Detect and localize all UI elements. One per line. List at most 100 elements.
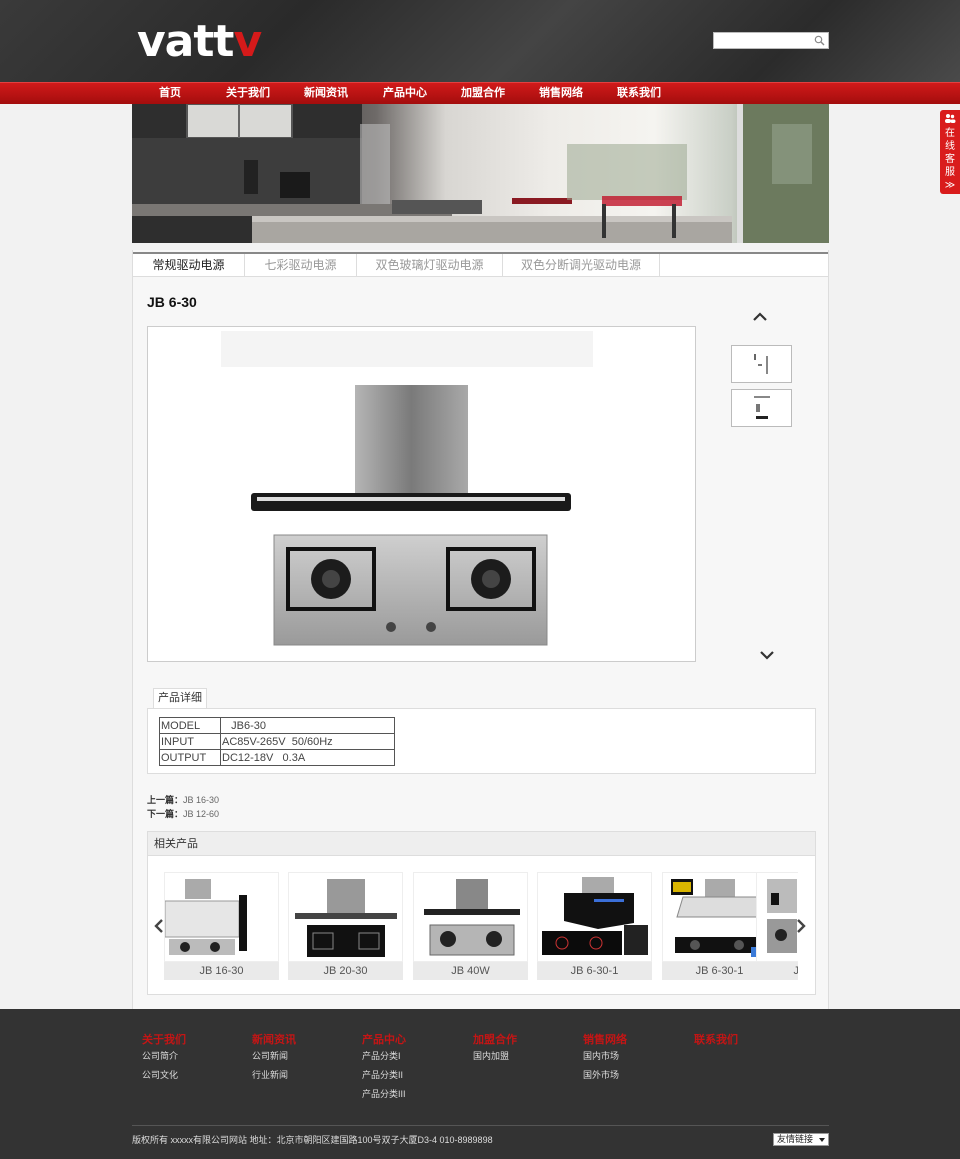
kitchen-banner-picture [132,104,829,243]
product-thumbnail-1[interactable] [731,345,792,383]
related-item-label: JB 20-30 [288,962,403,980]
site-header: vattv [0,0,960,82]
search-input[interactable] [714,33,812,48]
copyright-text: 版权所有 xxxxx有限公司网站 地址：北京市朝阳区建国路100号双子大厦D3-… [132,1135,493,1145]
spec-value: JB6-30 [220,717,395,734]
tab-rgb-driver[interactable]: 七彩驱动电源 [245,254,357,277]
thumbnail-picture-1 [754,354,768,374]
tab-dual-dimming-driver[interactable]: 双色分断调光驱动电源 [503,254,660,277]
carousel-right-arrow-icon[interactable] [796,918,806,934]
search-box [713,32,829,49]
related-item-image [537,872,652,962]
nav-item-home[interactable]: 首页 [140,83,200,105]
product-thumbnail-2[interactable] [731,389,792,427]
related-item-image [413,872,528,962]
product-main-image[interactable] [147,326,696,662]
nav-item-sales[interactable]: 销售网络 [531,83,591,105]
product-detail-panel: MODEL JB6-30 INPUT AC85V-265V 50/60Hz OUT… [147,708,816,774]
tab-regular-driver[interactable]: 常规驱动电源 [133,254,245,277]
related-item-picture [542,877,648,955]
footer-column-products: 产品中心 产品分类I 产品分类II 产品分类III [362,1031,406,1107]
product-main-picture [221,331,593,646]
footer-column-title[interactable]: 产品中心 [362,1031,406,1046]
search-icon[interactable] [814,35,825,46]
double-arrow-icon: ≫ [944,180,956,191]
main-content: 常规驱动电源 七彩驱动电源 双色玻璃灯驱动电源 双色分断调光驱动电源 JB 6-… [132,250,829,1009]
prev-article: 上一篇：JB 16-30 [147,793,219,806]
footer-link[interactable]: 国内加盟 [473,1050,517,1069]
related-item[interactable]: J [756,872,798,980]
next-label: 下一篇： [147,809,184,819]
product-detail-tab[interactable]: 产品详细 [153,688,207,708]
main-nav: 首页 关于我们 新闻资讯 产品中心 加盟合作 销售网络 联系我们 [0,82,960,104]
footer-column-contact: 联系我们 [694,1031,738,1050]
footer-column-title[interactable]: 新闻资讯 [252,1031,296,1046]
spec-value: DC12-18V 0.3A [220,749,395,766]
users-icon [945,114,956,123]
carousel-left-arrow-icon[interactable] [154,918,164,934]
prev-label: 上一篇： [147,795,184,805]
nav-item-about[interactable]: 关于我们 [218,83,278,105]
footer-link[interactable]: 公司简介 [142,1050,186,1069]
related-item[interactable]: JB 40W [413,872,528,980]
spec-table: MODEL JB6-30 INPUT AC85V-265V 50/60Hz OUT… [159,717,395,766]
footer-link[interactable]: 产品分类I [362,1050,406,1069]
footer-column-title[interactable]: 联系我们 [694,1031,738,1046]
footer-link[interactable]: 国外市场 [583,1069,627,1088]
logo-accent: v [233,16,262,67]
table-row: OUTPUT DC12-18V 0.3A [159,749,395,766]
footer-link[interactable]: 产品分类II [362,1069,406,1088]
nav-item-contact[interactable]: 联系我们 [609,83,669,105]
related-carousel: JB 16-30 JB 20-30 JB 40W JB 6-30-1 JB 6-… [164,872,798,982]
related-products-title: 相关产品 [148,832,815,856]
related-item-image [288,872,403,962]
related-item-image [756,872,798,962]
footer-column-news: 新闻资讯 公司新闻 行业新闻 [252,1031,296,1088]
nav-item-news[interactable]: 新闻资讯 [296,83,356,105]
product-title: JB 6-30 [147,294,197,310]
nav-item-join[interactable]: 加盟合作 [453,83,513,105]
related-item[interactable]: JB 6-30-1 [537,872,652,980]
table-row: MODEL JB6-30 [159,717,395,734]
site-logo[interactable]: vattv [137,20,262,64]
next-article-link[interactable]: JB 12-60 [183,809,219,819]
related-item-label: JB 40W [413,962,528,980]
footer-link[interactable]: 公司文化 [142,1069,186,1088]
related-item-picture [767,879,797,953]
footer-link[interactable]: 公司新闻 [252,1050,296,1069]
spec-key: INPUT [159,733,221,750]
friend-links-select[interactable]: 友情链接 [773,1133,829,1146]
footer-column-title[interactable]: 加盟合作 [473,1031,517,1046]
footer-column-title[interactable]: 销售网络 [583,1031,627,1046]
friend-links-label: 友情链接 [777,1134,814,1144]
footer-column-about: 关于我们 公司简介 公司文化 [142,1031,186,1088]
online-service-label: 在线客服 ≫ [944,128,956,191]
spec-key: OUTPUT [159,749,221,766]
table-row: INPUT AC85V-265V 50/60Hz [159,733,395,750]
footer-column-sales: 销售网络 国内市场 国外市场 [583,1031,627,1088]
footer-column-title[interactable]: 关于我们 [142,1031,186,1046]
footer-link[interactable]: 国内市场 [583,1050,627,1069]
online-service-widget[interactable]: 在线客服 ≫ [940,110,960,194]
logo-text: vatt [137,16,234,67]
related-item-picture [424,879,520,956]
related-item[interactable]: JB 16-30 [164,872,279,980]
related-item-label: JB 6-30-1 [537,962,652,980]
footer-link[interactable]: 行业新闻 [252,1069,296,1088]
footer-link[interactable]: 产品分类III [362,1088,406,1107]
prev-article-link[interactable]: JB 16-30 [183,795,219,805]
footer-column-join: 加盟合作 国内加盟 [473,1031,517,1069]
related-item-picture [164,879,247,955]
nav-item-products[interactable]: 产品中心 [375,83,435,105]
site-footer: 关于我们 公司简介 公司文化 新闻资讯 公司新闻 行业新闻 产品中心 产品分类I… [0,1009,960,1159]
spec-value: AC85V-265V 50/60Hz [220,733,395,750]
chevron-down-icon [819,1138,825,1142]
related-item[interactable]: JB 20-30 [288,872,403,980]
tab-dual-glass-driver[interactable]: 双色玻璃灯驱动电源 [357,254,503,277]
related-item-label: JB 16-30 [164,962,279,980]
thumbnail-down-arrow-icon[interactable] [759,650,775,660]
kitchen-banner [132,104,829,243]
category-tabs: 常规驱动电源 七彩驱动电源 双色玻璃灯驱动电源 双色分断调光驱动电源 [133,252,828,277]
thumbnail-up-arrow-icon[interactable] [752,312,768,322]
next-article: 下一篇：JB 12-60 [147,807,219,820]
